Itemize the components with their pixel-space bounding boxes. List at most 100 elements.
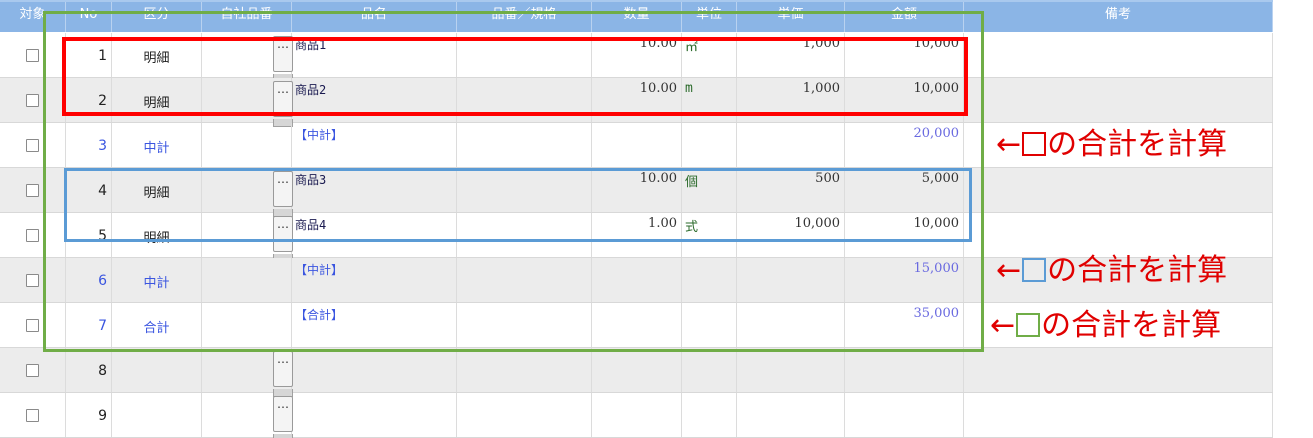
cell-price[interactable]: 1,000 — [737, 33, 845, 77]
cell-own-code[interactable] — [202, 303, 292, 347]
header-col-name[interactable]: 品名 — [292, 2, 457, 32]
cell-unit[interactable]: 個 — [682, 168, 737, 212]
cell-kubun[interactable] — [112, 348, 202, 392]
cell-note[interactable] — [964, 393, 1273, 437]
row-checkbox[interactable] — [26, 274, 39, 287]
cell-note[interactable] — [964, 348, 1273, 392]
cell-name[interactable]: 【合計】 — [292, 303, 457, 347]
cell-unit[interactable] — [682, 303, 737, 347]
cell-name[interactable] — [292, 393, 457, 437]
cell-note[interactable] — [964, 78, 1273, 122]
table-row[interactable]: 5 明細 商品4 1.00 式 10,000 10,000… — [0, 213, 1273, 262]
header-col-no[interactable]: No — [66, 2, 112, 32]
cell-name[interactable]: 【中計】 — [292, 258, 457, 302]
cell-amount[interactable]: 10,000 — [845, 33, 964, 77]
row-checkbox[interactable] — [26, 94, 39, 107]
row-checkbox[interactable] — [26, 184, 39, 197]
cell-spec[interactable] — [457, 303, 592, 347]
header-col-note[interactable]: 備考 — [964, 2, 1273, 32]
lookup-button[interactable]: … — [273, 351, 293, 397]
header-col-kubun[interactable]: 区分 — [112, 2, 202, 32]
cell-own-code[interactable] — [202, 258, 292, 302]
row-checkbox[interactable] — [26, 49, 39, 62]
cell-spec[interactable] — [457, 213, 592, 257]
cell-amount[interactable]: 15,000 — [845, 258, 964, 302]
cell-unit[interactable] — [682, 258, 737, 302]
row-checkbox[interactable] — [26, 229, 39, 242]
cell-qty[interactable]: 1.00 — [592, 213, 682, 257]
lookup-button[interactable]: … — [273, 171, 293, 217]
lookup-button[interactable]: … — [273, 81, 293, 127]
cell-price[interactable] — [737, 393, 845, 437]
cell-unit[interactable]: ㎡ — [682, 33, 737, 77]
cell-amount[interactable]: 10,000 — [845, 213, 964, 257]
cell-amount[interactable]: 35,000 — [845, 303, 964, 347]
row-checkbox[interactable] — [26, 409, 39, 422]
table-row[interactable]: 8… — [0, 348, 1273, 397]
cell-amount[interactable] — [845, 393, 964, 437]
cell-kubun[interactable]: 合計 — [112, 303, 202, 347]
cell-spec[interactable] — [457, 168, 592, 212]
cell-kubun[interactable]: 明細 — [112, 33, 202, 77]
cell-kubun[interactable]: 明細 — [112, 78, 202, 122]
cell-qty[interactable] — [592, 393, 682, 437]
cell-own-code[interactable] — [202, 123, 292, 167]
cell-qty[interactable] — [592, 303, 682, 347]
cell-price[interactable] — [737, 258, 845, 302]
header-col-target[interactable]: 対象 — [0, 2, 66, 32]
cell-spec[interactable] — [457, 123, 592, 167]
cell-unit[interactable]: m — [682, 78, 737, 122]
header-col-amount[interactable]: 金額 — [845, 2, 964, 32]
cell-price[interactable]: 500 — [737, 168, 845, 212]
cell-spec[interactable] — [457, 393, 592, 437]
cell-unit[interactable] — [682, 348, 737, 392]
cell-name[interactable]: 商品1 — [292, 33, 457, 77]
header-col-price[interactable]: 単価 — [737, 2, 845, 32]
header-col-qty[interactable]: 数量 — [592, 2, 682, 32]
cell-kubun[interactable]: 中計 — [112, 123, 202, 167]
cell-qty[interactable] — [592, 123, 682, 167]
cell-qty[interactable]: 10.00 — [592, 33, 682, 77]
cell-price[interactable]: 10,000 — [737, 213, 845, 257]
row-checkbox[interactable] — [26, 139, 39, 152]
cell-unit[interactable]: 式 — [682, 213, 737, 257]
cell-name[interactable] — [292, 348, 457, 392]
cell-kubun[interactable] — [112, 393, 202, 437]
cell-name[interactable]: 【中計】 — [292, 123, 457, 167]
table-row[interactable]: 9… — [0, 393, 1273, 438]
cell-kubun[interactable]: 明細 — [112, 213, 202, 257]
cell-spec[interactable] — [457, 33, 592, 77]
cell-spec[interactable] — [457, 348, 592, 392]
lookup-button[interactable]: … — [273, 396, 293, 438]
cell-unit[interactable] — [682, 393, 737, 437]
cell-amount[interactable]: 10,000 — [845, 78, 964, 122]
cell-name[interactable]: 商品3 — [292, 168, 457, 212]
cell-spec[interactable] — [457, 258, 592, 302]
lookup-button[interactable]: … — [273, 36, 293, 82]
cell-kubun[interactable]: 中計 — [112, 258, 202, 302]
header-col-spec[interactable]: 品番／規格 — [457, 2, 592, 32]
cell-qty[interactable] — [592, 258, 682, 302]
cell-note[interactable] — [964, 213, 1273, 257]
lookup-button[interactable]: … — [273, 216, 293, 262]
table-row[interactable]: 1 明細 商品1 10.00 ㎡ 1,000 10,000… — [0, 33, 1273, 82]
cell-price[interactable] — [737, 123, 845, 167]
table-row[interactable]: 2 明細 商品2 10.00 m 1,000 10,000… — [0, 78, 1273, 127]
cell-price[interactable] — [737, 303, 845, 347]
row-checkbox[interactable] — [26, 319, 39, 332]
cell-note[interactable] — [964, 33, 1273, 77]
row-checkbox[interactable] — [26, 364, 39, 377]
cell-price[interactable]: 1,000 — [737, 78, 845, 122]
cell-amount[interactable]: 20,000 — [845, 123, 964, 167]
cell-amount[interactable]: 5,000 — [845, 168, 964, 212]
cell-unit[interactable] — [682, 123, 737, 167]
table-row[interactable]: 4 明細 商品3 10.00 個 500 5,000… — [0, 168, 1273, 217]
cell-qty[interactable]: 10.00 — [592, 168, 682, 212]
cell-name[interactable]: 商品4 — [292, 213, 457, 257]
cell-qty[interactable] — [592, 348, 682, 392]
cell-name[interactable]: 商品2 — [292, 78, 457, 122]
cell-qty[interactable]: 10.00 — [592, 78, 682, 122]
cell-price[interactable] — [737, 348, 845, 392]
cell-amount[interactable] — [845, 348, 964, 392]
cell-kubun[interactable]: 明細 — [112, 168, 202, 212]
